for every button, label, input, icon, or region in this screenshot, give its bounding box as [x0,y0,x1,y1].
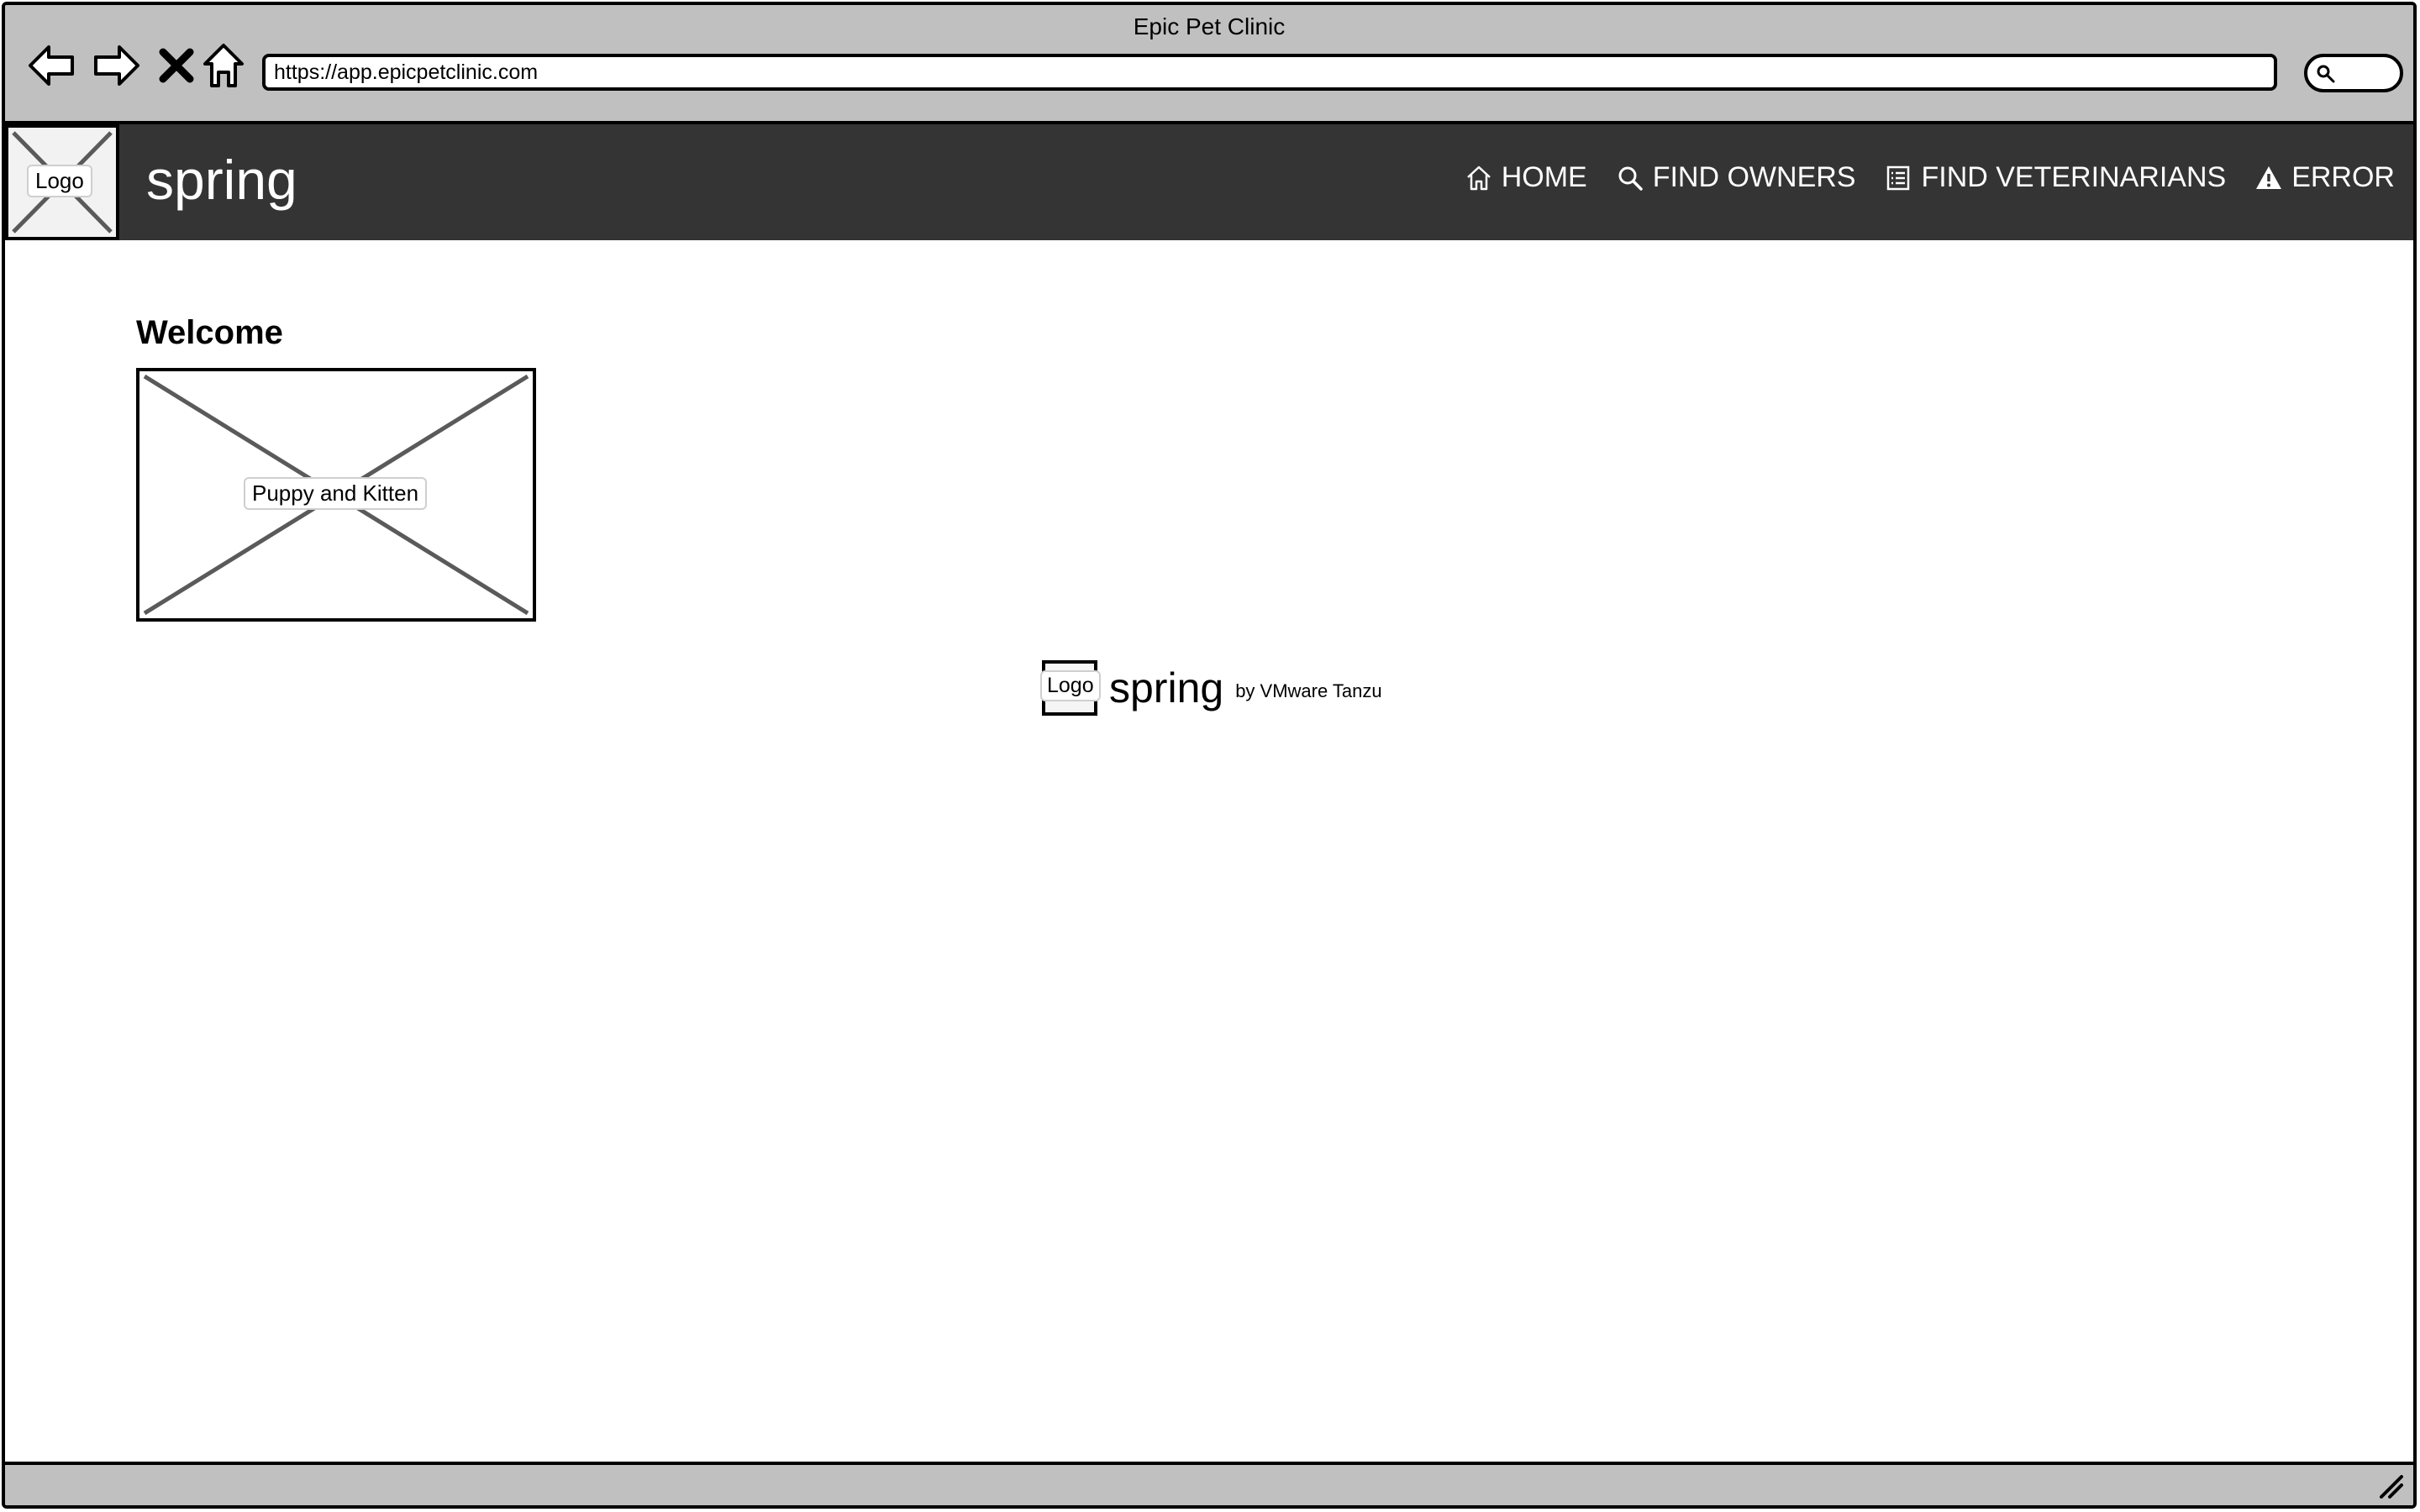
browser-window: Epic Pet Clinic https://app.epicpetclini… [2,2,2417,1509]
nav-error[interactable]: ERROR [2254,161,2395,194]
hero-image-placeholder: Puppy and Kitten [136,368,536,622]
nav-find-veterinarians[interactable]: FIND VETERINARIANS [1884,161,2226,194]
nav-find-owners[interactable]: FIND OWNERS [1616,161,1856,194]
nav-error-label: ERROR [2291,161,2395,193]
home-icon [1466,165,1491,190]
resize-grip-icon[interactable] [2376,1472,2405,1500]
browser-toolbar: Epic Pet Clinic https://app.epicpetclini… [5,5,2413,124]
address-bar[interactable]: https://app.epicpetclinic.com [262,54,2277,91]
nav-find-veterinarians-label: FIND VETERINARIANS [1921,161,2227,193]
footer-byline: by VMware Tanzu [1235,680,1382,701]
app-navbar: Logo spring HOME FIND OWNERS FIND VETERI… [5,124,2413,240]
back-arrow-icon[interactable] [27,40,77,91]
footer-logo-placeholder: Logo [1040,660,1101,716]
search-icon [1618,166,1643,191]
nav-find-owners-label: FIND OWNERS [1652,161,1856,193]
home-icon[interactable] [198,40,249,91]
warning-icon [2256,165,2282,189]
page-heading: Welcome [136,314,283,351]
footer-brand-name: spring [1109,664,1224,711]
list-icon [1887,165,1910,190]
brand-name: spring [146,149,297,211]
logo-label: Logo [27,165,92,197]
footer-brand: Logo spring by VMware Tanzu [1040,660,1382,716]
window-title: Epic Pet Clinic [1133,13,1286,39]
forward-arrow-icon[interactable] [91,40,141,91]
close-icon[interactable] [151,40,202,91]
nav-home[interactable]: HOME [1465,161,1587,194]
main-nav: HOME FIND OWNERS FIND VETERINARIANS ERRO… [1465,161,2395,194]
status-bar [5,1462,2413,1505]
search-icon [2317,65,2335,83]
browser-search-field[interactable] [2304,54,2403,92]
logo-placeholder[interactable]: Logo [5,124,119,240]
nav-home-label: HOME [1501,161,1587,193]
footer-logo-label: Logo [1040,670,1101,701]
hero-image-label: Puppy and Kitten [244,477,428,510]
